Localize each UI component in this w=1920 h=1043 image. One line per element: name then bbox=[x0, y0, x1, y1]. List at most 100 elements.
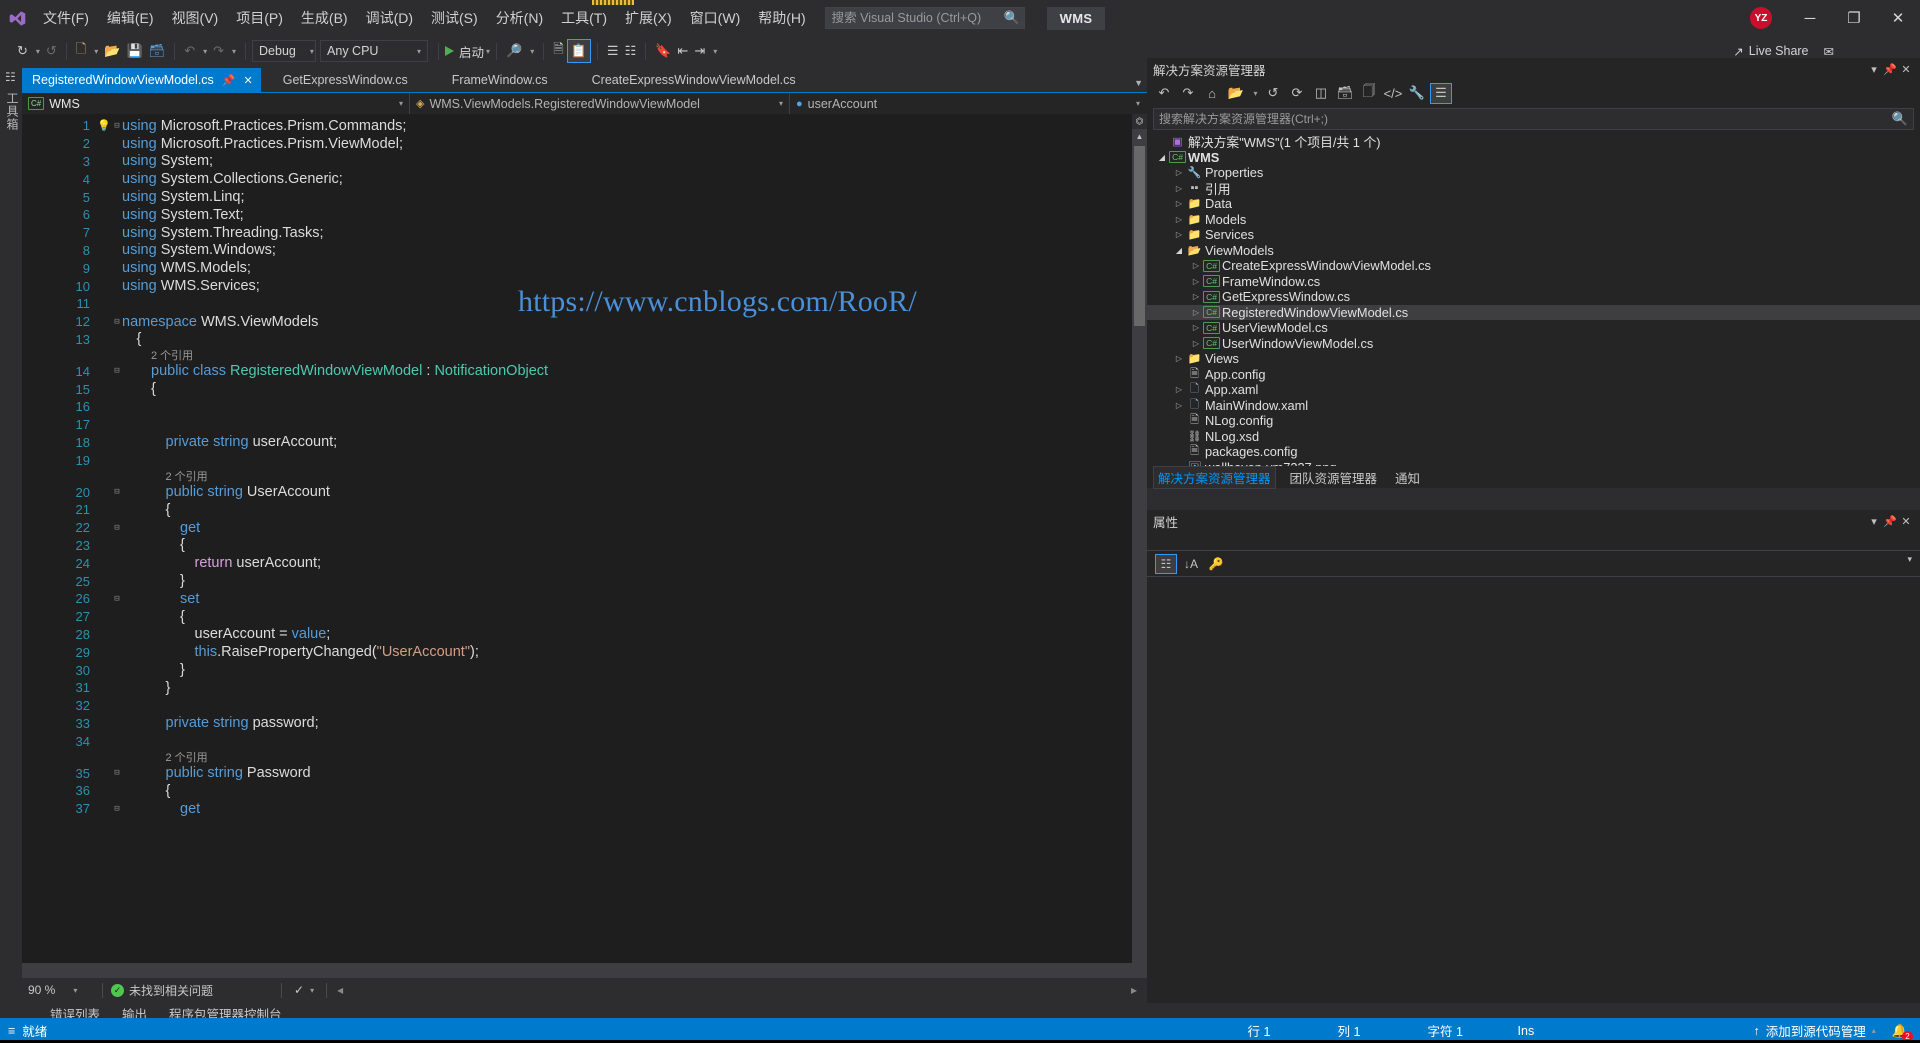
tree-item--wms-1-1-[interactable]: ▣解决方案"WMS"(1 个项目/共 1 个) bbox=[1147, 134, 1920, 150]
tab-createexpresswindowviewmodel[interactable]: CreateExpressWindowViewModel.cs bbox=[570, 68, 818, 92]
properties-object-selector[interactable]: ▾ bbox=[1147, 532, 1920, 550]
redo-button[interactable]: ↷ bbox=[210, 39, 227, 63]
menu-window[interactable]: 窗口(W) bbox=[681, 5, 750, 31]
panel-options-icon[interactable]: ▾ bbox=[1866, 515, 1882, 528]
home-icon[interactable]: ⌂ bbox=[1201, 83, 1223, 104]
tree-item-wms[interactable]: ◢C#WMS bbox=[1147, 150, 1920, 166]
tree-item-userwindowviewmodel.cs[interactable]: ▷C#UserWindowViewModel.cs bbox=[1147, 336, 1920, 352]
tree-item-userviewmodel.cs[interactable]: ▷C#UserViewModel.cs bbox=[1147, 320, 1920, 336]
menu-analyze[interactable]: 分析(N) bbox=[487, 5, 552, 31]
menu-build[interactable]: 生成(B) bbox=[292, 5, 357, 31]
solution-explorer-search-input[interactable] bbox=[1159, 112, 1892, 126]
menu-help[interactable]: 帮助(H) bbox=[749, 5, 814, 31]
tree-item-models[interactable]: ▷📁Models bbox=[1147, 212, 1920, 228]
fold-toggle-icon[interactable]: ⊟ bbox=[112, 804, 122, 814]
refresh-icon[interactable]: ⟳ bbox=[1286, 83, 1308, 104]
previous-bookmark-button[interactable]: ⇤ bbox=[674, 39, 691, 63]
menu-test[interactable]: 测试(S) bbox=[422, 5, 487, 31]
fold-toggle-icon[interactable]: ⊟ bbox=[112, 487, 122, 497]
bookmark-button[interactable]: 🔖 bbox=[652, 39, 674, 63]
editor-horizontal-scrollbar[interactable] bbox=[22, 963, 1147, 978]
switch-views-icon[interactable]: 📂 bbox=[1225, 83, 1247, 104]
tree-item-packages.config[interactable]: 🗎packages.config bbox=[1147, 444, 1920, 460]
tab-framewindow[interactable]: FrameWindow.cs bbox=[430, 68, 570, 92]
start-debug-button[interactable]: 启动 ▾ bbox=[445, 42, 490, 61]
next-bookmark-button[interactable]: ⇥ bbox=[691, 39, 708, 63]
chevron-down-icon[interactable]: ▾ bbox=[1907, 554, 1912, 565]
notifications-button[interactable]: 🔔 2 bbox=[1892, 1023, 1908, 1039]
properties-window-button[interactable]: ☰ bbox=[604, 39, 622, 63]
menu-tools[interactable]: 工具(T) bbox=[552, 5, 616, 31]
tree-item-getexpresswindow.cs[interactable]: ▷C#GetExpressWindow.cs bbox=[1147, 289, 1920, 305]
save-all-button[interactable]: 🗃 bbox=[146, 39, 169, 63]
tree-item-nlog.xsd[interactable]: ⛓NLog.xsd bbox=[1147, 429, 1920, 445]
attach-process-dropdown[interactable]: ▾ bbox=[527, 39, 537, 63]
scroll-up-button[interactable]: ▲ bbox=[1132, 129, 1147, 144]
chevron-right-icon[interactable]: ▷ bbox=[1189, 261, 1203, 270]
chevron-right-icon[interactable]: ▷ bbox=[1172, 401, 1186, 410]
preview-selected-icon[interactable]: ☰ bbox=[1430, 83, 1452, 104]
view-designer-icon[interactable]: 🔧 bbox=[1406, 83, 1428, 104]
tab-overflow-dropdown[interactable]: ▼ bbox=[1134, 78, 1143, 88]
chevron-right-icon[interactable]: ▷ bbox=[1172, 184, 1186, 193]
chevron-right-icon[interactable]: ▷ bbox=[1172, 230, 1186, 239]
switch-views-dropdown-icon[interactable]: ▾ bbox=[1249, 83, 1260, 104]
toolbar-overflow-button[interactable]: ▾ bbox=[710, 39, 720, 63]
open-file-button[interactable]: 📂 bbox=[101, 39, 123, 63]
menu-file[interactable]: 文件(F) bbox=[34, 5, 98, 31]
solution-configuration-dropdown[interactable]: Debug▾ bbox=[252, 40, 316, 62]
navbar-type-dropdown[interactable]: ◈ WMS.ViewModels.RegisteredWindowViewMod… bbox=[410, 93, 790, 115]
object-browser-button[interactable]: ☷ bbox=[622, 39, 640, 63]
chevron-right-icon[interactable]: ▷ bbox=[1172, 385, 1186, 394]
restore-button[interactable]: ❐ bbox=[1832, 3, 1876, 33]
fold-toggle-icon[interactable]: ⊟ bbox=[112, 121, 122, 131]
tree-item-viewmodels[interactable]: ◢📂ViewModels bbox=[1147, 243, 1920, 259]
close-button[interactable]: ✕ bbox=[1876, 3, 1920, 33]
tab-registeredwindowviewmodel[interactable]: RegisteredWindowViewModel.cs 📌 ✕ bbox=[22, 68, 261, 92]
pin-icon[interactable]: 📌 bbox=[222, 74, 236, 87]
solution-explorer-search-box[interactable]: 🔍 bbox=[1153, 108, 1914, 130]
reference-count-label[interactable]: 2 个引用 bbox=[166, 749, 208, 765]
global-search-input[interactable] bbox=[832, 11, 1004, 25]
menu-view[interactable]: 视图(V) bbox=[163, 5, 228, 31]
toolbox-rail[interactable]: ☷ 工具箱 bbox=[0, 66, 22, 978]
code-editor-surface[interactable]: 💡1⊟using Microsoft.Practices.Prism.Comma… bbox=[22, 114, 1147, 978]
select-in-solution-explorer-button[interactable]: 🗎 bbox=[550, 39, 566, 63]
tree-item-app.config[interactable]: 🗎App.config bbox=[1147, 367, 1920, 383]
next-issue-button[interactable]: ▸ bbox=[1131, 983, 1137, 997]
alphabetical-sort-icon[interactable]: ↓A bbox=[1180, 554, 1202, 574]
tree-item-framewindow.cs[interactable]: ▷C#FrameWindow.cs bbox=[1147, 274, 1920, 290]
close-icon[interactable]: ✕ bbox=[1898, 63, 1914, 76]
prev-issue-button[interactable]: ◂ bbox=[327, 983, 343, 997]
fold-toggle-icon[interactable]: ⊟ bbox=[112, 366, 122, 376]
pin-icon[interactable]: 📌 bbox=[1882, 63, 1898, 76]
save-button[interactable]: 💾 bbox=[123, 39, 145, 63]
attach-process-button[interactable]: 🔎 bbox=[503, 39, 525, 63]
solution-platform-dropdown[interactable]: Any CPU▾ bbox=[320, 40, 428, 62]
categorized-view-icon[interactable]: ☷ bbox=[1155, 554, 1177, 574]
view-code-icon[interactable]: </> bbox=[1382, 83, 1404, 104]
collapse-all-icon[interactable]: ◫ bbox=[1310, 83, 1332, 104]
solution-tree[interactable]: ▣解决方案"WMS"(1 个项目/共 1 个)◢C#WMS▷🔧Propertie… bbox=[1147, 130, 1920, 475]
menu-edit[interactable]: 编辑(E) bbox=[98, 5, 163, 31]
scroll-thumb[interactable] bbox=[1134, 146, 1145, 326]
lightbulb-icon[interactable]: 💡 bbox=[97, 119, 111, 132]
chevron-right-icon[interactable]: ▷ bbox=[1189, 277, 1203, 286]
chevron-up-icon[interactable]: ▴ bbox=[1872, 1026, 1876, 1035]
tree-item-nlog.config[interactable]: 🗎NLog.config bbox=[1147, 413, 1920, 429]
user-avatar[interactable]: YZ bbox=[1750, 7, 1772, 29]
chevron-right-icon[interactable]: ▷ bbox=[1189, 292, 1203, 301]
tab-solution-explorer[interactable]: 解决方案资源管理器 bbox=[1153, 466, 1276, 489]
editor-vertical-scrollbar[interactable]: ⏣ ▲ ▼ bbox=[1132, 114, 1147, 978]
show-all-files-icon[interactable]: 🗃 bbox=[1334, 83, 1356, 104]
reference-count-label[interactable]: 2 个引用 bbox=[166, 468, 208, 484]
feedback-icon[interactable]: ✉ bbox=[1824, 44, 1834, 59]
reference-count-label[interactable]: 2 个引用 bbox=[151, 347, 193, 363]
close-icon[interactable]: ✕ bbox=[244, 74, 253, 87]
minimize-button[interactable]: ─ bbox=[1788, 3, 1832, 33]
close-icon[interactable]: ✕ bbox=[1898, 515, 1914, 528]
panel-options-icon[interactable]: ▾ bbox=[1866, 63, 1882, 76]
tab-getexpresswindow[interactable]: GetExpressWindow.cs bbox=[261, 68, 430, 92]
tree-item-registeredwindowviewmodel.cs[interactable]: ▷C#RegisteredWindowViewModel.cs bbox=[1147, 305, 1920, 321]
navbar-project-dropdown[interactable]: C# WMS ▾ bbox=[22, 93, 410, 115]
